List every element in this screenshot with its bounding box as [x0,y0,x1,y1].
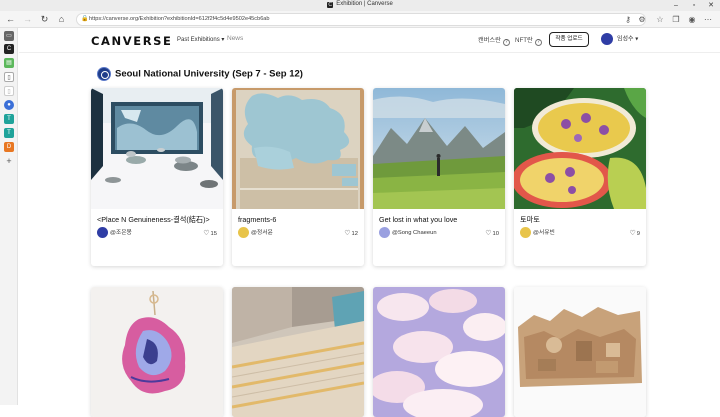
artwork-card[interactable]: Get lost in what you love @Song Chaeeun … [373,88,505,266]
window-title-bar: C Exhibition | Canverse – ▫ ✕ [0,0,720,11]
artist-info[interactable]: @Song Chaeeun [379,227,437,238]
artwork-title[interactable]: fragments-6 [238,215,276,224]
artwork-card[interactable] [514,287,646,417]
artist-avatar [238,227,249,238]
maximize-button[interactable]: ▫ [686,0,702,11]
artwork-image[interactable] [91,88,223,209]
artist-name: @서유빈 [533,230,555,237]
browser-sidebar: ▭ C ▤ ▯ ▯ ● T T D + [0,28,18,405]
artwork-image[interactable] [373,287,505,417]
heart-icon: ♡ [485,230,492,237]
document-tab-icon[interactable]: ▯ [4,72,14,82]
artist-info[interactable]: @정서윤 [238,227,273,238]
artwork-card[interactable] [91,287,223,417]
artist-name: @조은봉 [110,230,132,237]
artwork-card[interactable]: 토마토 @서유빈 ♡9 [514,88,646,266]
what-is-nft-label: NFT란 [515,37,533,44]
blank-tab-icon[interactable]: ▯ [4,86,14,96]
what-is-nft-link[interactable]: NFT란? [515,35,542,46]
university-seal-icon [97,66,111,81]
canverse-logo[interactable]: CANVERSE [91,34,173,48]
heart-icon: ♡ [629,230,636,237]
lock-icon: 🔒 [81,16,89,22]
address-bar[interactable]: 🔒 https://canverse.org/Exhibition?exhibi… [76,13,646,26]
window-title: C Exhibition | Canverse [0,1,720,8]
shield-tab-icon[interactable]: ● [4,100,14,110]
heart-icon: ♡ [203,230,210,237]
user-name: 임성수 ▾ [617,36,639,43]
favorites-star-icon[interactable]: ☆ [654,13,666,26]
artist-avatar [97,227,108,238]
teal-tab-icon-2[interactable]: T [4,128,14,138]
canverse-favicon-icon: C [327,2,334,8]
like-counter[interactable]: ♡10 [485,229,499,237]
artwork-image[interactable] [514,88,646,209]
artwork-image[interactable] [232,88,364,209]
help-icon: ? [502,39,510,46]
header-divider [19,52,720,53]
forward-arrow-icon[interactable]: → [21,13,34,26]
canverse-tab-icon[interactable]: C [4,44,14,54]
tabs-icon[interactable]: ▭ [4,31,14,41]
what-is-canverse-link[interactable]: 캔버스란? [478,35,510,46]
artwork-image[interactable] [373,88,505,209]
like-counter[interactable]: ♡12 [344,229,358,237]
artwork-image[interactable] [514,287,646,417]
like-count: 9 [636,231,640,237]
user-menu[interactable]: 임성수 ▾ [601,33,638,46]
upload-artwork-button[interactable]: 작품 업로드 [549,32,589,47]
page-content: CANVERSE Past Exhibitions ▾ News 캔버스란? N… [19,29,720,417]
avatar [601,33,613,45]
exhibition-heading: Seoul National University (Sep 7 - Sep 1… [97,65,303,81]
key-icon[interactable]: ⚷ [622,13,634,26]
collections-icon[interactable]: ❐ [670,13,682,26]
artist-name: @Song Chaeeun [392,230,437,237]
artwork-card[interactable] [232,287,364,417]
close-window-button[interactable]: ✕ [703,0,719,11]
artist-avatar [379,227,390,238]
artwork-image[interactable] [232,287,364,417]
help-icon-2: ? [534,39,542,46]
artwork-card[interactable]: <Place N Genuineness-결석(結石)> @조은봉 ♡15 [91,88,223,266]
like-count: 15 [210,231,217,237]
past-exhibitions-menu[interactable]: Past Exhibitions ▾ [177,36,224,43]
artwork-image[interactable] [91,287,223,417]
profile-icon[interactable]: ◉ [686,13,698,26]
add-tab-icon[interactable]: + [4,156,14,166]
extensions-icon[interactable]: ⚙ [636,13,648,26]
artist-info[interactable]: @서유빈 [520,227,555,238]
like-count: 10 [492,231,499,237]
minimize-button[interactable]: – [668,0,684,11]
exhibition-title: Seoul National University (Sep 7 - Sep 1… [115,68,303,80]
artist-avatar [520,227,531,238]
like-counter[interactable]: ♡9 [629,229,640,237]
browser-toolbar: ← → ↻ ⌂ 🔒 https://canverse.org/Exhibitio… [0,11,720,28]
news-link[interactable]: News [227,35,243,42]
reload-icon[interactable]: ↻ [38,13,51,26]
teal-tab-icon[interactable]: T [4,114,14,124]
like-counter[interactable]: ♡15 [203,229,217,237]
artist-name: @정서윤 [251,230,273,237]
more-menu-icon[interactable]: ⋯ [702,13,714,26]
artist-info[interactable]: @조은봉 [97,227,132,238]
artwork-card[interactable] [373,287,505,417]
window-title-text: Exhibition | Canverse [336,1,393,7]
artwork-title[interactable]: Get lost in what you love [379,215,457,224]
orange-tab-icon[interactable]: D [4,142,14,152]
artwork-title[interactable]: <Place N Genuineness-결석(結石)> [97,215,210,225]
url-text: https://canverse.org/Exhibition?exhibiti… [89,16,270,22]
artwork-title[interactable]: 토마토 [520,215,540,225]
what-is-canverse-label: 캔버스란 [478,37,501,44]
home-icon[interactable]: ⌂ [55,13,68,26]
sheets-tab-icon[interactable]: ▤ [4,58,14,68]
like-count: 12 [351,231,358,237]
back-arrow-icon[interactable]: ← [4,13,17,26]
artwork-card[interactable]: fragments-6 @정서윤 ♡12 [232,88,364,266]
heart-icon: ♡ [344,230,351,237]
